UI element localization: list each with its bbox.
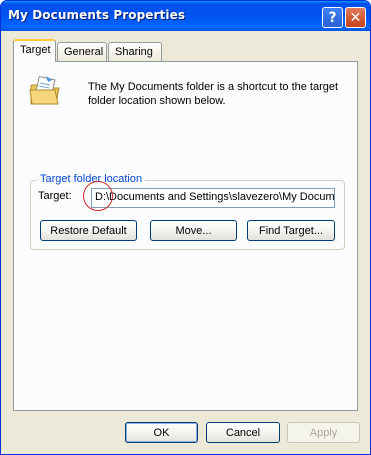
ok-button[interactable]: OK (125, 422, 198, 443)
close-x-icon: ✕ (349, 9, 362, 26)
apply-button: Apply (287, 422, 360, 443)
help-button[interactable]: ? (322, 7, 343, 28)
cancel-button[interactable]: Cancel (206, 422, 280, 443)
target-label: Target: (38, 190, 72, 202)
target-folder-group: Target folder location Target: D:\Docume… (30, 173, 345, 250)
close-button[interactable]: ✕ (345, 7, 366, 28)
window-title: My Documents Properties (8, 8, 186, 22)
move-button[interactable]: Move... (150, 220, 237, 241)
target-description: The My Documents folder is a shortcut to… (88, 81, 339, 107)
properties-dialog: My Documents Properties ? ✕ Target Gener… (0, 0, 371, 455)
tab-target[interactable]: Target (13, 39, 56, 62)
tab-sharing[interactable]: Sharing (108, 42, 162, 61)
target-tab-panel: The My Documents folder is a shortcut to… (13, 61, 358, 411)
tab-general[interactable]: General (57, 42, 107, 61)
question-mark-icon: ? (328, 9, 337, 26)
documents-folder-icon (29, 75, 60, 105)
restore-default-button[interactable]: Restore Default (40, 220, 137, 241)
title-bar[interactable]: My Documents Properties ? ✕ (1, 1, 370, 31)
group-label: Target folder location (37, 173, 146, 185)
find-target-button[interactable]: Find Target... (247, 220, 335, 241)
target-path-input[interactable]: D:\Documents and Settings\slavezero\My D… (91, 188, 335, 208)
